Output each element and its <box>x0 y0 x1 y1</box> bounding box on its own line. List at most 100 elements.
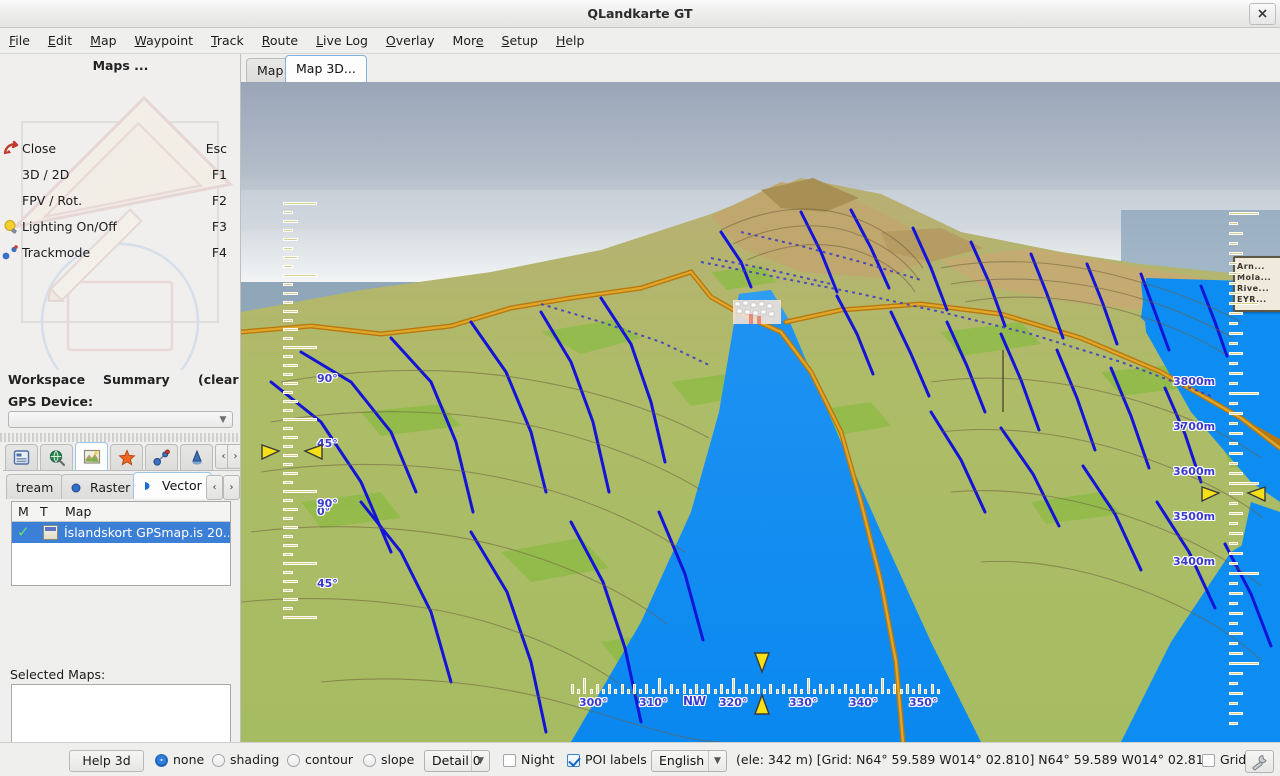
menu-waypoint[interactable]: Waypoint <box>126 28 203 54</box>
menu-item-label: Lighting On/Off <box>22 219 117 234</box>
table-row[interactable]: ✓ Íslandskort GPSmap.is 20... <box>12 522 230 543</box>
gps-device-combo[interactable]: ▼ <box>8 411 233 428</box>
scale-tick <box>1229 222 1238 225</box>
scale-tick <box>1229 552 1243 555</box>
scale-tick <box>657 678 661 694</box>
row-checkmark-icon[interactable]: ✓ <box>17 524 31 540</box>
menu-help[interactable]: Help <box>547 28 594 54</box>
sidebar-item-search[interactable] <box>40 444 73 470</box>
scale-tick <box>1229 502 1238 505</box>
menu-item-trackmode[interactable]: Trackmode F4 <box>0 240 240 266</box>
tab-map-3d[interactable]: Map 3D... <box>285 55 367 82</box>
radio-contour[interactable] <box>287 754 300 767</box>
radio-none[interactable] <box>155 754 168 767</box>
scale-tick <box>283 256 298 259</box>
language-value: English <box>659 753 705 768</box>
elevation-scale[interactable]: 3800m 3700m 3600m 3500m 3400m <box>1173 212 1280 742</box>
selected-maps-label: Selected Maps: <box>10 667 106 682</box>
sub-tabs-next-button[interactable]: › <box>223 475 240 500</box>
tab-raster[interactable]: Raster <box>61 474 141 499</box>
map-tool-button[interactable] <box>1245 750 1274 773</box>
map-3d-viewport[interactable]: Arn... Mola... Rive... EYR... 90° 45° 0°… <box>241 82 1280 742</box>
icon-tabs-next-button[interactable]: › <box>227 444 240 469</box>
tab-label: tream <box>16 480 54 495</box>
scale-tick <box>283 265 293 268</box>
menu-edit[interactable]: Edit <box>39 28 81 54</box>
sidebar-item-maps[interactable] <box>75 442 108 470</box>
clear-link[interactable]: (clear <box>198 372 239 387</box>
scale-tick <box>1229 672 1243 675</box>
grid-checkbox[interactable] <box>1202 754 1215 767</box>
tab-vector[interactable]: Vector <box>133 472 212 499</box>
scale-tick <box>837 689 841 694</box>
raster-dot-icon <box>71 476 81 493</box>
scale-tick <box>881 678 884 694</box>
table-header: M T Map <box>12 502 230 522</box>
menu-live-log[interactable]: Live Log <box>307 28 377 54</box>
dock-splitter-handle[interactable] <box>0 433 240 442</box>
menu-item-3d-2d[interactable]: 3D / 2D F1 <box>0 162 240 188</box>
menu-file[interactable]: File <box>0 28 39 54</box>
scale-tick <box>1229 302 1259 305</box>
tab-label: Raster <box>89 480 131 495</box>
radio-contour-label: contour <box>305 752 354 767</box>
scale-tick <box>1229 642 1238 645</box>
workspace-header: Workspace Summary (clear <box>0 372 240 394</box>
scale-tick <box>283 436 298 439</box>
scale-tick <box>283 535 293 538</box>
tab-label: Map <box>257 63 284 78</box>
radio-shading[interactable] <box>212 754 225 767</box>
menu-map[interactable]: Map <box>81 28 125 54</box>
poi-labels-checkbox[interactable] <box>567 754 580 767</box>
scale-tick <box>283 238 298 241</box>
dock-icon-tabbar: ‹ › <box>3 442 240 470</box>
menu-item-shortcut: F2 <box>211 193 227 208</box>
scale-tick <box>283 310 298 313</box>
scale-tick <box>1229 212 1259 215</box>
radio-slope[interactable] <box>363 754 376 767</box>
menu-setup[interactable]: Setup <box>493 28 547 54</box>
compass-tick-label: 340° <box>849 696 878 709</box>
help-3d-button[interactable]: Help 3d <box>69 750 144 772</box>
language-combo[interactable]: English ▼ <box>651 750 727 772</box>
scale-tick <box>930 684 934 694</box>
terrain-render <box>241 82 1280 742</box>
menu-item-lighting[interactable]: Lighting On/Off F3 <box>0 214 240 240</box>
menu-overlay[interactable]: Overlay <box>377 28 444 54</box>
sub-tabs-prev-button[interactable]: ‹ <box>206 475 223 500</box>
close-window-button[interactable] <box>1249 3 1276 25</box>
sidebar-item-overlay[interactable] <box>180 444 213 470</box>
tab-stream[interactable]: tream <box>6 474 64 499</box>
menu-route[interactable]: Route <box>253 28 307 54</box>
gps-device-label: GPS Device: <box>8 394 93 409</box>
tab-label: Map 3D... <box>296 61 356 76</box>
scale-tick <box>719 684 723 694</box>
menu-item-close[interactable]: Close Esc <box>0 136 240 162</box>
lightbulb-icon <box>4 220 17 234</box>
scale-tick <box>283 580 298 583</box>
scale-tick <box>283 328 298 331</box>
sidebar-item-waypoints[interactable] <box>110 444 143 470</box>
scale-tick <box>1229 662 1259 665</box>
sidebar-item-routes[interactable] <box>145 444 178 470</box>
scale-tick <box>1229 682 1238 685</box>
scale-tick <box>1229 372 1243 375</box>
menu-item-label: Trackmode <box>22 245 91 260</box>
map-list-table[interactable]: M T Map ✓ Íslandskort GPSmap.is 20... <box>11 501 231 586</box>
night-checkbox[interactable] <box>503 754 516 767</box>
scale-tick <box>688 689 692 694</box>
radio-shading-label: shading <box>230 752 280 767</box>
scale-tick <box>283 598 298 601</box>
scale-tick <box>1229 632 1243 635</box>
pitch-scale[interactable]: 90° 45° 0° 45° <box>261 202 347 622</box>
menu-item-fpv-rot[interactable]: FPV / Rot. F2 <box>0 188 240 214</box>
sidebar-item-workspace[interactable] <box>5 444 38 470</box>
scale-tick <box>283 571 293 574</box>
menu-more[interactable]: More <box>444 28 493 54</box>
scale-tick <box>577 689 581 694</box>
compass-scale[interactable]: 300° 310° NW 320° 330° 340° 350° <box>571 652 941 722</box>
detail-level-combo[interactable]: Detail 0 ▼ <box>424 750 490 772</box>
menu-track[interactable]: Track <box>202 28 253 54</box>
scale-tick <box>283 382 298 385</box>
selected-maps-list[interactable] <box>11 684 231 742</box>
